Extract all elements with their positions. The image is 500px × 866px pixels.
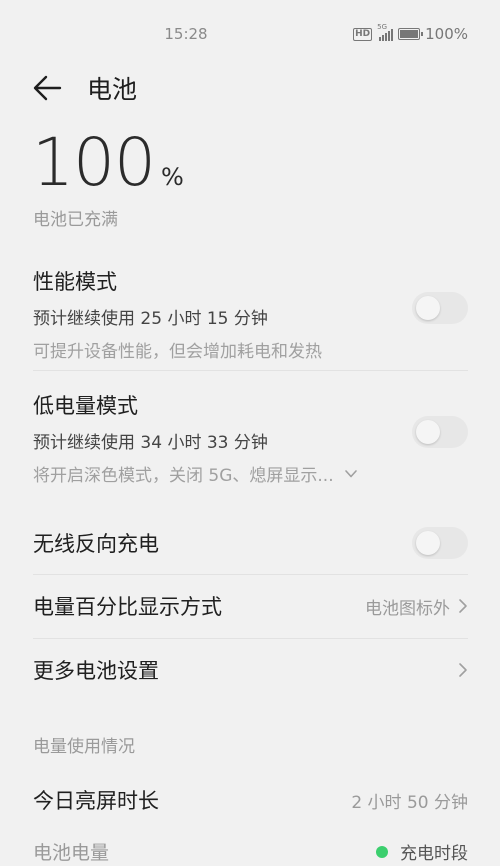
performance-mode-row[interactable]: 性能模式 预计继续使用 25 小时 15 分钟 可提升设备性能，但会增加耗电和发… [33, 266, 468, 362]
legend-dot-icon [376, 845, 388, 858]
status-icons: HD 5G 100% [353, 23, 468, 43]
battery-level-display: 100 % [32, 124, 184, 201]
signal-icon: 5G [377, 23, 394, 41]
performance-mode-toggle[interactable] [412, 292, 468, 324]
hd-icon: HD [353, 27, 373, 41]
percentage-display-row[interactable]: 电量百分比显示方式 电池图标外 [33, 576, 468, 636]
performance-mode-title: 性能模式 [33, 270, 117, 294]
screen-on-time-value: 2 小时 50 分钟 [351, 792, 468, 813]
power-saving-mode-title: 低电量模式 [33, 394, 138, 418]
more-battery-settings-row[interactable]: 更多电池设置 [33, 640, 468, 700]
charging-period-label: 充电时段 [400, 844, 468, 864]
battery-level-label: 电池电量 [33, 842, 110, 864]
reverse-charging-toggle[interactable] [412, 527, 468, 559]
status-time: 15:28 [164, 25, 208, 43]
status-battery-percent: 100% [425, 25, 468, 43]
divider [33, 574, 468, 575]
chevron-right-icon [459, 599, 467, 613]
power-saving-mode-description-text: 将开启深色模式，关闭 5G、熄屏显示... [33, 466, 334, 486]
battery-level-chart-header: 电池电量 充电时段 [33, 838, 468, 865]
screen-on-time-label: 今日亮屏时长 [33, 789, 159, 813]
performance-mode-description-text: 可提升设备性能，但会增加耗电和发热 [33, 342, 322, 362]
battery-icon [398, 28, 424, 40]
charging-period-legend: 充电时段 [376, 839, 468, 864]
chevron-right-icon [459, 663, 467, 677]
screen-on-time-row: 今日亮屏时长 2 小时 50 分钟 [33, 785, 468, 815]
network-type: 5G [377, 22, 387, 31]
chevron-down-icon[interactable] [344, 467, 358, 481]
divider [33, 370, 468, 371]
battery-state: 电池已充满 [33, 210, 118, 230]
status-bar: 15:28 HD 5G 100% [0, 0, 500, 66]
percentage-display-label: 电量百分比显示方式 [33, 595, 222, 619]
percentage-display-value: 电池图标外 [365, 594, 468, 619]
performance-mode-estimate: 预计继续使用 25 小时 15 分钟 [33, 309, 268, 329]
divider [33, 638, 468, 639]
usage-section-title: 电量使用情况 [33, 737, 135, 757]
power-saving-mode-estimate: 预计继续使用 34 小时 33 分钟 [33, 433, 268, 453]
back-button[interactable] [30, 70, 66, 106]
reverse-charging-label: 无线反向充电 [33, 532, 159, 556]
power-saving-mode-toggle[interactable] [412, 416, 468, 448]
more-battery-settings-label: 更多电池设置 [33, 659, 159, 683]
more-battery-settings-arrow [450, 662, 468, 678]
percentage-display-value-text: 电池图标外 [365, 598, 450, 619]
power-saving-mode-description: 将开启深色模式，关闭 5G、熄屏显示... [33, 461, 468, 486]
power-saving-mode-row[interactable]: 低电量模式 预计继续使用 34 小时 33 分钟 将开启深色模式，关闭 5G、熄… [33, 390, 468, 486]
arrow-left-icon [33, 75, 62, 101]
page-title: 电池 [87, 75, 138, 104]
battery-level-unit: % [160, 163, 184, 191]
reverse-charging-row[interactable]: 无线反向充电 [33, 513, 468, 573]
header: 电池 [0, 66, 500, 112]
battery-level-number: 100 [32, 124, 156, 201]
performance-mode-description: 可提升设备性能，但会增加耗电和发热 [33, 337, 468, 362]
